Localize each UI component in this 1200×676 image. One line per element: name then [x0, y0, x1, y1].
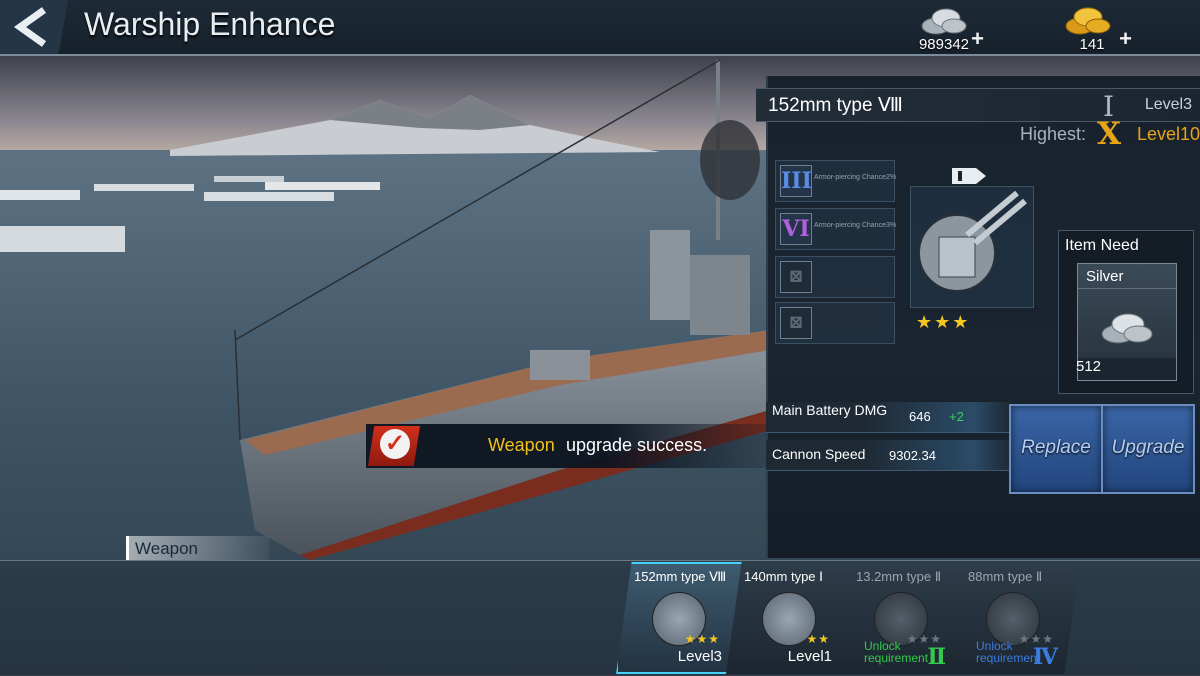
silver-coins-icon: [921, 8, 967, 35]
unlock-rank-roman: Ⅱ: [927, 644, 946, 670]
unlock-rank-roman: Ⅳ: [1033, 644, 1058, 670]
silver-coins-icon: [1101, 313, 1153, 344]
turret-icon: [652, 592, 706, 646]
stat-bonus: +2: [949, 409, 964, 424]
gem-slot[interactable]: VI Armor-piercing Chance3%: [775, 208, 897, 250]
toast-message: upgrade success.: [566, 435, 708, 455]
stat-main-battery: Main Battery DMG 646 +2: [766, 402, 1010, 433]
stat-label: Main Battery DMG: [772, 402, 888, 418]
item-need-box: Item Need Silver 512: [1058, 230, 1194, 394]
gem-slot[interactable]: ⊠: [775, 256, 895, 298]
locked-slot-icon: ⊠: [780, 307, 812, 339]
required-item-name: Silver: [1078, 268, 1176, 289]
weapon-card-level: Level3: [677, 648, 722, 665]
stat-value: 646: [909, 409, 931, 424]
weapon-card-name: 140mm type Ⅰ: [744, 569, 823, 584]
gem-slot[interactable]: ⊠: [775, 302, 895, 344]
weapon-card-stars: ★★: [806, 632, 830, 646]
page-title: Warship Enhance: [84, 6, 336, 42]
toast-keyword: Weapon: [488, 435, 555, 455]
gem-effect-text: Armor-piercing Chance3%: [814, 222, 897, 229]
required-item-slot[interactable]: Silver 512: [1076, 263, 1177, 381]
item-need-title: Item Need: [1065, 237, 1139, 254]
weapon-card-name: 13.2mm type Ⅱ: [856, 569, 942, 584]
turret-icon: [918, 190, 1027, 292]
unlock-requirement-text: Unlock requirement: [976, 639, 1041, 665]
upgrade-button-label: Upgrade: [1111, 437, 1185, 458]
gold-currency[interactable]: 141 +: [1052, 2, 1132, 53]
weapon-star-rating: ★★★: [916, 312, 971, 332]
turret-preview: [910, 186, 1034, 308]
back-arrow-icon: [13, 7, 47, 47]
locked-slot-icon: ⊠: [780, 261, 812, 293]
weapon-card[interactable]: 140mm type Ⅰ ★★ Level1: [726, 562, 856, 674]
upgrade-success-toast: ✓ Weapon upgrade success.: [366, 424, 766, 468]
stat-label: Cannon Speed: [772, 446, 866, 462]
unlock-requirement-text: Unlock requirement: [864, 639, 929, 665]
weapon-card-stars: ★★★: [684, 632, 720, 646]
silver-currency[interactable]: 989342 +: [904, 2, 984, 53]
required-item-quantity: 512: [1076, 358, 1176, 380]
gem-effect-text: Armor-piercing Chance2%: [814, 174, 897, 181]
replace-button[interactable]: Replace: [1009, 404, 1103, 494]
weapon-card[interactable]: 152mm type Ⅷ ★★★ Level3: [616, 562, 746, 674]
add-gold-button[interactable]: +: [1119, 26, 1132, 52]
highest-rank-roman: X: [1097, 116, 1122, 152]
weapon-name: 152mm type Ⅷ: [768, 95, 903, 116]
success-check-icon: ✓: [368, 426, 420, 466]
stat-cannon-speed: Cannon Speed 9302.34: [766, 440, 1010, 471]
back-button[interactable]: [0, 0, 68, 54]
gem-slot[interactable]: III Armor-piercing Chance2%: [775, 160, 897, 202]
gem-icon: VI: [780, 213, 812, 245]
stat-value: 9302.34: [889, 448, 936, 463]
weapon-card[interactable]: 88mm type Ⅱ ★★★ Unlock requirement Ⅳ: [950, 562, 1080, 674]
highest-level: Level10: [1137, 124, 1200, 144]
weapon-card-level: Level1: [787, 648, 832, 665]
gold-coins-icon: [1065, 7, 1111, 35]
replace-button-label: Replace: [1021, 437, 1091, 458]
section-label: Weapon: [126, 536, 269, 560]
highest-label: Highest:: [1020, 124, 1087, 144]
upgrade-button[interactable]: Upgrade: [1101, 404, 1195, 494]
section-label-text: Weapon: [135, 539, 199, 558]
weapon-card-name: 152mm type Ⅷ: [634, 569, 727, 584]
weapon-name-bar: 152mm type Ⅷ Level3: [756, 88, 1200, 122]
weapon-card[interactable]: 13.2mm type Ⅱ ★★★ Unlock requirement Ⅱ: [838, 562, 968, 674]
tag-icon: [952, 168, 986, 184]
weapon-card-name: 88mm type Ⅱ: [968, 569, 1043, 584]
gem-icon: III: [780, 165, 812, 197]
top-bar: Warship Enhance 989342 + 141 +: [0, 0, 1200, 56]
current-level: Level3: [1144, 96, 1192, 113]
add-silver-button[interactable]: +: [971, 26, 984, 52]
